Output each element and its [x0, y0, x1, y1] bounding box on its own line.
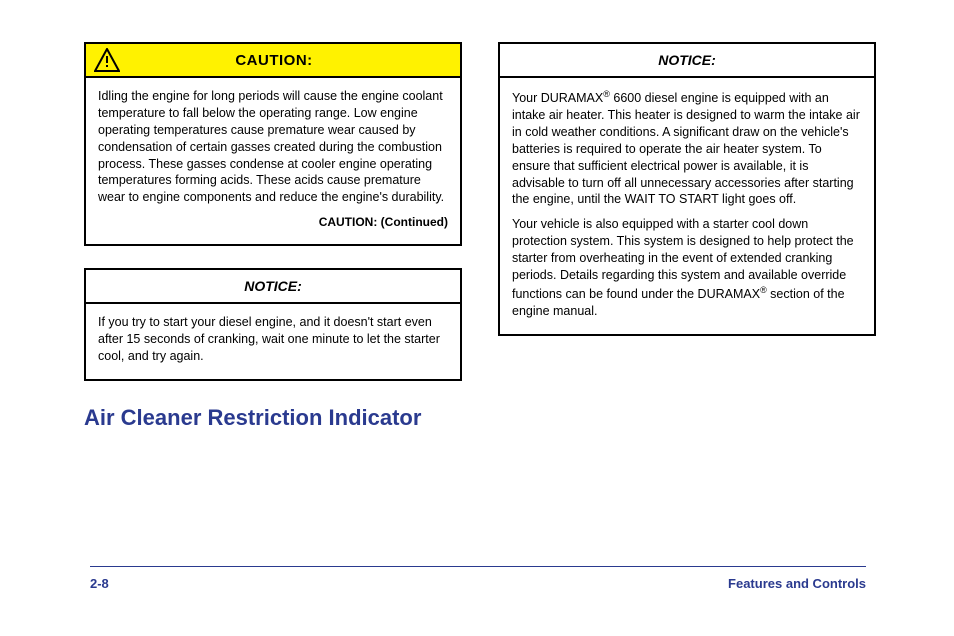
caution-header: CAUTION: — [86, 44, 460, 78]
two-column-layout: CAUTION: Idling the engine for long peri… — [84, 42, 876, 431]
section-title: Air Cleaner Restriction Indicator — [84, 405, 462, 431]
notice-box-1: NOTICE: If you try to start your diesel … — [84, 268, 462, 381]
page-footer: 2-8 Features and Controls — [90, 576, 866, 591]
notice-1-body: If you try to start your diesel engine, … — [86, 304, 460, 379]
notice-2-title: NOTICE: — [500, 44, 874, 78]
notice-1-title: NOTICE: — [86, 270, 460, 304]
notice-box-2: NOTICE: Your DURAMAX® 6600 diesel engine… — [498, 42, 876, 336]
notice-2-body: Your DURAMAX® 6600 diesel engine is equi… — [500, 78, 874, 334]
section-name: Features and Controls — [728, 576, 866, 591]
page-number: 2-8 — [90, 576, 109, 591]
caution-label: CAUTION: — [120, 52, 452, 69]
notice-2-para-1: Your DURAMAX® 6600 diesel engine is equi… — [512, 88, 862, 208]
left-column: CAUTION: Idling the engine for long peri… — [84, 42, 462, 431]
footer-divider — [90, 566, 866, 567]
warning-triangle-icon — [94, 48, 120, 72]
right-column: NOTICE: Your DURAMAX® 6600 diesel engine… — [498, 42, 876, 431]
page-content: CAUTION: Idling the engine for long peri… — [84, 42, 876, 431]
caution-box: CAUTION: Idling the engine for long peri… — [84, 42, 462, 246]
caution-body-text: Idling the engine for long periods will … — [98, 88, 448, 206]
caution-body: Idling the engine for long periods will … — [86, 78, 460, 244]
notice-1-text: If you try to start your diesel engine, … — [98, 314, 448, 365]
caution-continued: CAUTION: (Continued) — [98, 214, 448, 230]
notice-2-para-2: Your vehicle is also equipped with a sta… — [512, 216, 862, 319]
